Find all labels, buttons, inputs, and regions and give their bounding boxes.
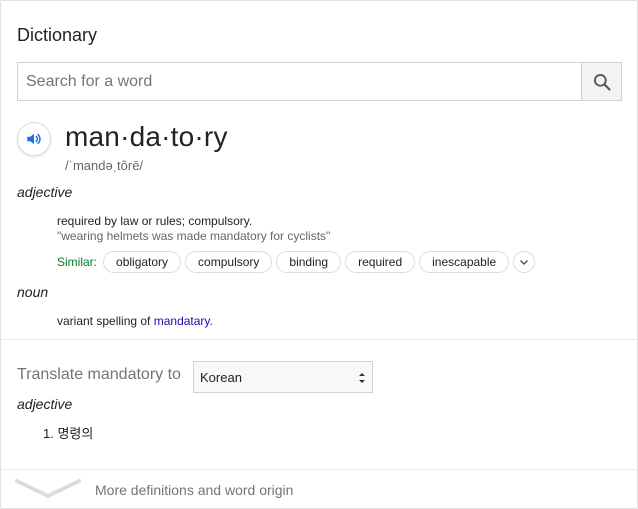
search-button[interactable] — [581, 63, 621, 100]
chevron-down-icon — [15, 479, 81, 498]
similar-chip-binding[interactable]: binding — [276, 251, 342, 273]
expand-similar-button[interactable] — [513, 251, 536, 273]
search-box — [17, 62, 622, 101]
noun-definition: variant spelling of mandatary. — [57, 314, 213, 328]
language-select[interactable]: Korean — [193, 361, 373, 393]
similar-chip-required[interactable]: required — [345, 251, 416, 273]
similar-chip-inescapable[interactable]: inescapable — [419, 251, 510, 273]
definition-text: required by law or rules; compulsory. — [57, 214, 253, 228]
phonetic-spelling: /ˈmandəˌtôrē/ — [65, 158, 144, 173]
definition-suffix: . — [209, 314, 213, 328]
section-divider — [1, 339, 637, 340]
search-icon — [593, 73, 611, 91]
more-definitions-button[interactable]: More definitions and word origin — [1, 471, 637, 509]
similar-label: Similar: — [57, 255, 98, 269]
card-title: Dictionary — [17, 25, 98, 45]
dictionary-card: Dictionary man·da·to·ry /ˈmandəˌtôrē/ ad… — [0, 0, 638, 509]
example-sentence: "wearing helmets was made mandatory for … — [57, 229, 331, 243]
translation-item: 1. 명령의 — [43, 426, 94, 441]
more-definitions-label: More definitions and word origin — [95, 482, 294, 498]
headword: man·da·to·ry — [65, 121, 228, 152]
pronunciation-audio-button[interactable] — [17, 122, 51, 156]
mandatary-link[interactable]: mandatary — [154, 314, 210, 328]
part-of-speech-noun: noun — [17, 284, 49, 300]
select-arrows-icon — [359, 373, 365, 383]
similar-chip-compulsory[interactable]: compulsory — [185, 251, 273, 273]
similar-words-row: Similar: obligatory compulsory binding r… — [57, 250, 536, 274]
search-input[interactable] — [18, 63, 581, 100]
similar-chip-obligatory[interactable]: obligatory — [103, 251, 182, 273]
speaker-icon — [27, 133, 41, 145]
selected-language: Korean — [200, 369, 242, 385]
chevron-down-icon — [520, 260, 529, 265]
footer-divider — [1, 469, 637, 470]
translation-part-of-speech: adjective — [17, 396, 73, 412]
translate-label: Translate mandatory to — [17, 366, 181, 383]
part-of-speech-adjective: adjective — [17, 184, 73, 200]
definition-prefix: variant spelling of — [57, 314, 154, 328]
